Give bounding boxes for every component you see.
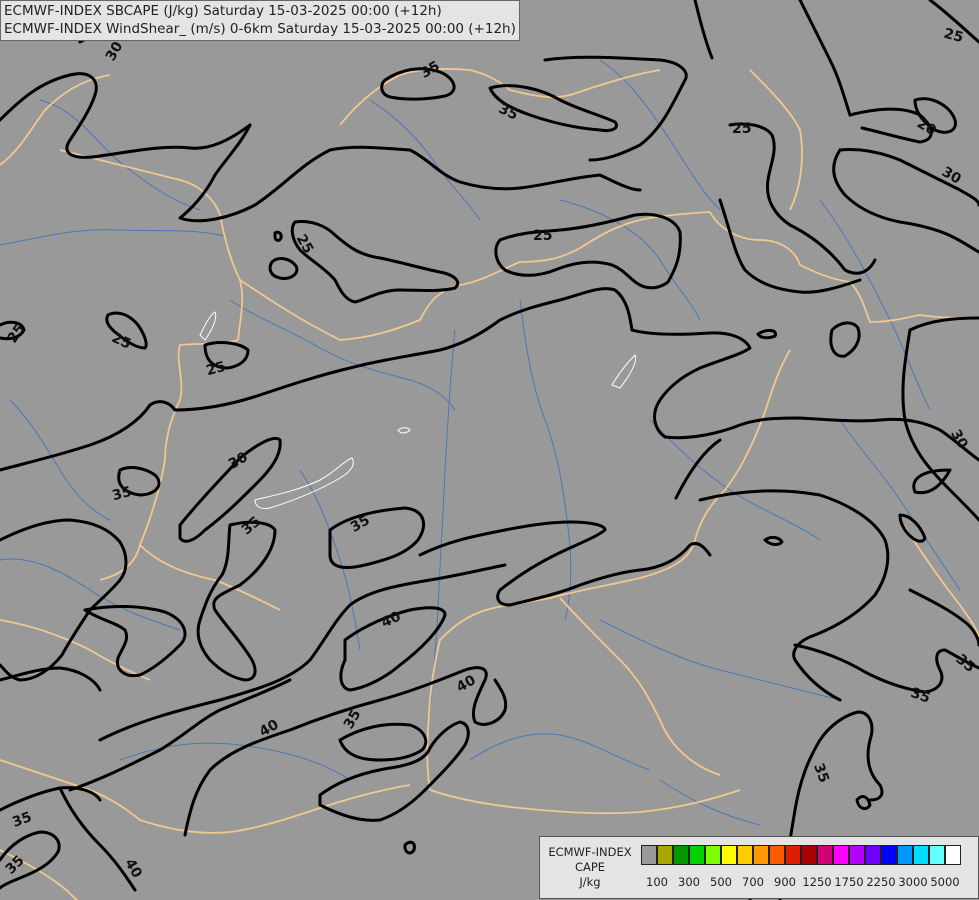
legend-color-swatch (641, 845, 657, 865)
legend-color-swatch (785, 845, 801, 865)
legend-color-swatch (705, 845, 721, 865)
legend-color-swatch (897, 845, 913, 865)
legend-tick-label: 100 (646, 875, 668, 889)
legend-tick-label: 2250 (866, 875, 896, 889)
legend-color-swatch (881, 845, 897, 865)
legend-color-swatch (769, 845, 785, 865)
contour-label: 25 (533, 228, 552, 244)
legend-color-swatch (833, 845, 849, 865)
legend-color-swatch (753, 845, 769, 865)
map-background (0, 0, 979, 900)
cape-legend: ECMWF-INDEX CAPE J/kg 100 300 500 700 900 125… (539, 836, 979, 899)
header-line-windshear: ECMWF-INDEX WindShear_ (m/s) 0-6km Satur… (4, 21, 516, 37)
legend-color-swatch (721, 845, 737, 865)
header-line-sbcape: ECMWF-INDEX SBCAPE (J/kg) Saturday 15-03… (4, 3, 442, 19)
legend-title-unit: J/kg (579, 875, 601, 889)
legend-color-swatch (865, 845, 881, 865)
legend-tick-label: 5000 (930, 875, 960, 889)
legend-tick-label: 1750 (834, 875, 864, 889)
legend-color-swatch (913, 845, 929, 865)
map-header: ECMWF-INDEX SBCAPE (J/kg) Saturday 15-03… (0, 0, 520, 41)
contour-label: 25 (732, 121, 751, 137)
legend-color-swatch (657, 845, 673, 865)
legend-title-parameter: CAPE (574, 860, 606, 874)
legend-color-swatch (689, 845, 705, 865)
legend-tick-label: 700 (742, 875, 764, 889)
legend-tick-label: 500 (710, 875, 732, 889)
weather-map: 30 35 35 25 20 25 25 25 30 25 25 25 30 3… (0, 0, 979, 900)
legend-title-source: ECMWF-INDEX (548, 845, 632, 859)
legend-color-swatch (929, 845, 945, 865)
legend-color-swatch (737, 845, 753, 865)
legend-color-swatch (673, 845, 689, 865)
legend-color-swatch (945, 845, 961, 865)
legend-tick-label: 900 (774, 875, 796, 889)
legend-color-swatch (801, 845, 817, 865)
legend-title: ECMWF-INDEX CAPE J/kg (542, 845, 638, 890)
legend-tick-label: 3000 (898, 875, 928, 889)
legend-tick-label: 300 (678, 875, 700, 889)
legend-tick-label: 1250 (802, 875, 832, 889)
legend-color-swatch (849, 845, 865, 865)
legend-color-swatch (817, 845, 833, 865)
